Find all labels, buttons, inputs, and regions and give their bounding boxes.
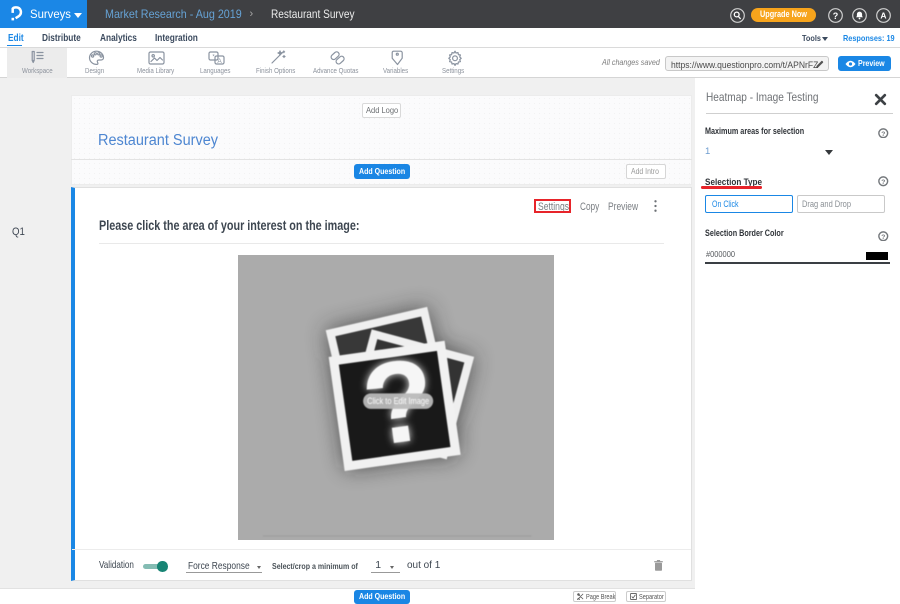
- svg-text:?: ?: [881, 179, 885, 186]
- svg-text:A: A: [217, 57, 222, 64]
- svg-text:Click to Edit Image: Click to Edit Image: [367, 395, 429, 405]
- svg-text:?: ?: [833, 11, 839, 21]
- svg-text:A: A: [880, 10, 886, 20]
- svg-text:?: ?: [881, 233, 885, 240]
- svg-text:?: ?: [881, 130, 885, 137]
